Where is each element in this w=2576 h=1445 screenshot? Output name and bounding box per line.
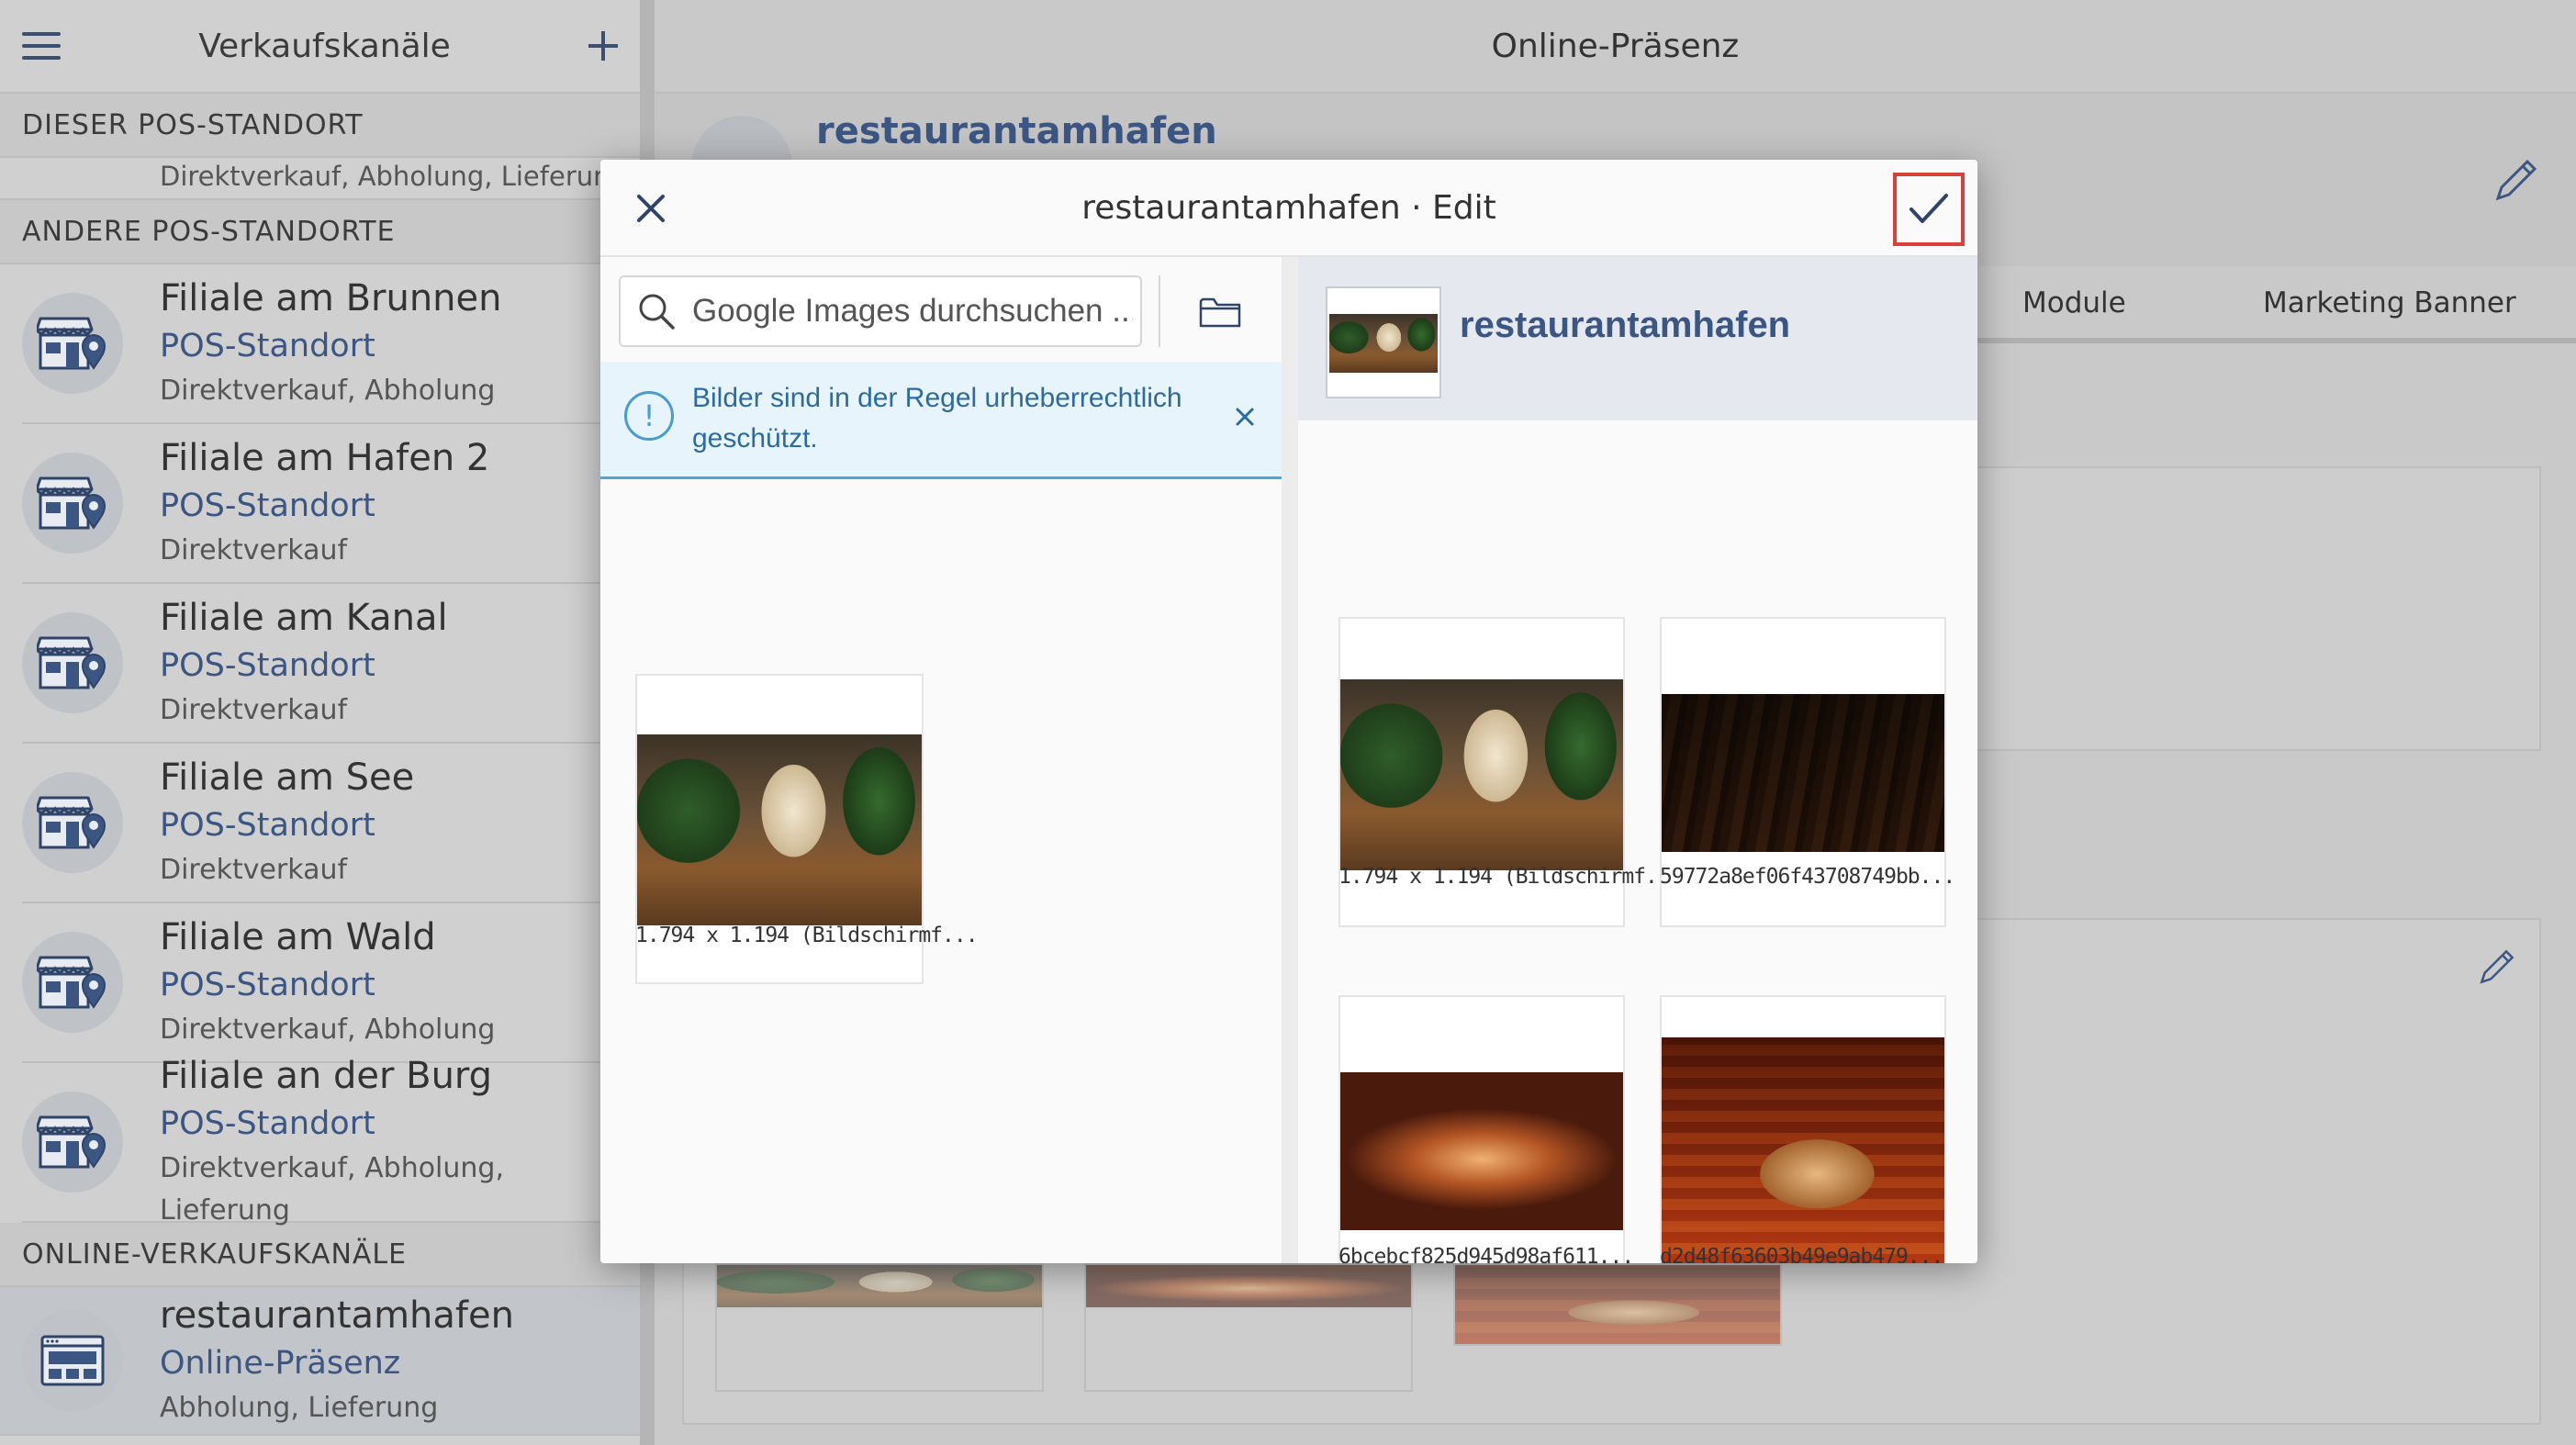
header-thumbnail [1326, 286, 1441, 398]
copyright-info-banner: ! Bilder sind in der Regel urheberrechtl… [600, 362, 1282, 479]
search-icon [639, 294, 675, 330]
confirm-button[interactable] [1893, 173, 1965, 246]
selected-title: restaurantamhafen [1460, 305, 1791, 345]
close-button[interactable] [626, 184, 676, 233]
dialog-title: restaurantamhafen · Edit [1081, 189, 1496, 227]
selected-header: restaurantamhafen [1298, 257, 1977, 420]
pane-divider [1282, 257, 1298, 1263]
selected-image[interactable] [1660, 995, 1946, 1263]
restaurant-photo [637, 734, 922, 925]
selected-images-pane: restaurantamhafen 1.794 x 1.194 (Bildsch… [1298, 257, 1977, 1263]
close-icon [637, 195, 665, 222]
image-caption: 59772a8ef06f43708749bb... [1660, 865, 1955, 889]
restaurant-photo [1662, 1037, 1944, 1263]
search-separator [1159, 275, 1160, 347]
restaurant-photo [1340, 679, 1623, 870]
check-icon [1910, 194, 1948, 223]
image-caption: 6bcebcf825d945d98af611... [1338, 1245, 1634, 1263]
search-row [600, 257, 1282, 360]
image-caption: d2d48f63603b49e9ab479... [1660, 1245, 1943, 1263]
dialog-header: restaurantamhafen · Edit [600, 160, 1977, 257]
search-pane: ! Bilder sind in der Regel urheberrechtl… [600, 257, 1282, 1263]
search-box[interactable] [619, 275, 1142, 347]
restaurant-photo [1340, 1072, 1623, 1230]
selected-image[interactable] [1338, 995, 1625, 1263]
search-input[interactable] [692, 293, 1133, 330]
folder-button[interactable] [1188, 285, 1252, 340]
image-caption: 1.794 x 1.194 (Bildschirmf... [1338, 865, 1682, 889]
info-icon: ! [624, 391, 674, 441]
image-edit-dialog: restaurantamhafen · Edit Google Images d… [600, 160, 1977, 1263]
image-caption: 1.794 x 1.194 (Bildschirmf... [635, 924, 979, 947]
folder-icon [1199, 297, 1241, 328]
close-icon[interactable] [1230, 402, 1260, 431]
info-text: Bilder sind in der Regel urheberrechtlic… [692, 383, 1182, 454]
restaurant-photo [1662, 694, 1944, 852]
